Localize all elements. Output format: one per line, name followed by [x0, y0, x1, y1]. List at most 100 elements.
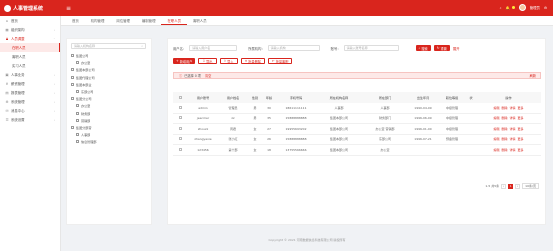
tree-node[interactable]: 信息管理部 — [71, 138, 147, 145]
detail-link[interactable]: 详情 — [510, 127, 516, 131]
tree-node[interactable]: 集团本部业 — [71, 81, 147, 88]
tree-node[interactable]: 集团公司 — [71, 52, 147, 59]
tree-node[interactable]: 财务部 — [71, 110, 147, 117]
sidebar-item-settings[interactable]: ☰ 系统设置 › — [0, 115, 60, 124]
delete-link[interactable]: 删除 — [501, 148, 507, 152]
table-cell: 15888888888 — [285, 116, 307, 121]
tree-node[interactable]: 办公室 — [71, 102, 147, 109]
sidebar-item-org[interactable]: ▦ 组织架构 › — [0, 25, 60, 34]
table-cell: 中级管理 — [445, 116, 458, 121]
add-user-button[interactable]: + 新增用户 — [173, 58, 196, 64]
table-row[interactable]: admin 管理员 男 30 18611111111 人事部 人事部 1990-04-09 中级… — [173, 103, 541, 114]
detail-link[interactable]: 详情 — [510, 137, 516, 141]
sidebar-item-salary[interactable]: ¥ 薪资管理 › — [0, 79, 60, 88]
import-button[interactable]: ⇧ 导入 — [219, 58, 238, 64]
org-input[interactable]: 请输入机构 — [267, 45, 320, 51]
bell-icon[interactable]: 🔔 — [506, 6, 510, 10]
folder-icon — [76, 90, 79, 94]
edit-link[interactable]: 编辑 — [493, 127, 499, 131]
tree-node[interactable]: 营销部 — [71, 117, 147, 124]
page-button[interactable]: 1 — [508, 183, 514, 189]
tree-node[interactable]: 集团代理公司 — [71, 74, 147, 81]
table-cell: 财务部门 — [378, 116, 391, 121]
table-row[interactable]: zhouzz 周君 女 27 19955693202 集团本部公司 办公室 营销部 1996-… — [173, 124, 541, 135]
sidebar-sub-onjob[interactable]: 在职人员 — [0, 43, 60, 52]
edit-link[interactable]: 编辑 — [493, 116, 499, 120]
detail-link[interactable]: 详情 — [510, 116, 516, 120]
name-input[interactable]: 请输入用户名 — [189, 45, 238, 51]
table-cell: 中级管理 — [445, 126, 458, 131]
folder-icon — [76, 61, 79, 65]
gear-icon[interactable]: ⚙ — [544, 6, 547, 10]
page-size-select[interactable]: 10条/页 — [522, 183, 539, 189]
avatar[interactable] — [518, 4, 526, 11]
more-link[interactable]: 更多 — [518, 116, 524, 120]
table-row[interactable]: 123456 第十部 女 18 13755566666 集团本部公司 办公室 编辑 删除 详情 更多 — [173, 145, 541, 156]
prev-page-button[interactable]: ‹ — [501, 183, 507, 189]
expand-link[interactable]: 展开 — [453, 46, 460, 51]
tree-node[interactable]: 东部公司 — [71, 88, 147, 95]
user-name[interactable]: 管理员 — [530, 5, 540, 10]
edit-link[interactable]: 编辑 — [493, 148, 499, 152]
tree-node[interactable]: 人事部 — [71, 131, 147, 138]
table-row[interactable]: jeecmer zz 男 35 15888888888 集团本部公司 财务部门 1996-06… — [173, 114, 541, 124]
table-cell: 30 — [267, 105, 271, 110]
row-checkbox[interactable] — [173, 116, 188, 120]
clear-link[interactable]: 清空 — [205, 73, 211, 78]
more-link[interactable]: 更多 — [518, 148, 524, 152]
tab-org[interactable]: 机构管理 — [85, 16, 111, 25]
row-checkbox[interactable] — [173, 126, 188, 131]
sidebar-item-report[interactable]: ▤ 报表管理 › — [0, 88, 60, 97]
folder-icon — [71, 54, 74, 58]
delete-link[interactable]: 删除 — [501, 116, 507, 120]
delete-link[interactable]: 删除 — [501, 137, 507, 141]
tree-node[interactable]: 集团分部营 — [71, 124, 147, 131]
sidebar-item-people[interactable]: ♟ 人员调整 ˇ — [0, 34, 60, 43]
search-button[interactable]: ⌕ 搜索 — [415, 45, 431, 51]
table-cell: jeecmer — [196, 116, 210, 121]
menu-toggle-icon[interactable]: ≡ — [66, 5, 71, 12]
row-checkbox[interactable] — [173, 137, 188, 141]
tree-node[interactable]: 办公室 — [71, 59, 147, 66]
folder-icon — [76, 140, 79, 144]
sidebar-item-home[interactable]: ⌂ 首页 — [0, 16, 60, 25]
tab-staffing[interactable]: 编制管理 — [136, 16, 162, 25]
row-checkbox[interactable] — [173, 147, 188, 152]
sidebar-item-business[interactable]: ▣ 人事业务 › — [0, 70, 60, 79]
refresh-link[interactable]: 刷新 — [530, 73, 536, 78]
report-icon: ▤ — [5, 90, 9, 95]
next-page-button[interactable]: › — [515, 183, 521, 189]
account-input[interactable]: 请输入账号名称 — [343, 45, 399, 51]
batch-leave-button[interactable]: ⇤ 批量离职 — [268, 58, 293, 64]
more-link[interactable]: 更多 — [518, 106, 524, 110]
col-dept: 所在部门 — [378, 96, 392, 100]
search-icon[interactable]: ⌕ — [500, 6, 502, 10]
tab-left[interactable]: 离职人员 — [187, 16, 213, 25]
sidebar-item-system[interactable]: ⚙ 系统管理 › — [0, 97, 60, 106]
detail-link[interactable]: 详情 — [510, 106, 516, 110]
tree-node[interactable]: 集团分公司 — [71, 95, 147, 102]
more-link[interactable]: 更多 — [518, 127, 524, 131]
batch-delete-button[interactable]: ✕ 批量删除 — [240, 58, 265, 64]
delete-link[interactable]: 删除 — [501, 127, 507, 131]
sidebar-sub-left[interactable]: 离职人员 — [0, 52, 60, 61]
row-checkbox[interactable] — [173, 105, 188, 110]
edit-link[interactable]: 编辑 — [493, 137, 499, 141]
delete-link[interactable]: 删除 — [501, 106, 507, 110]
detail-link[interactable]: 详情 — [510, 148, 516, 152]
action-bar: + 新增用户 ⇩ 导出 ⇧ 导入 ✕ 批量删除 ⇤ 批量离职 — [173, 58, 293, 64]
tab-home[interactable]: 首页 — [66, 16, 85, 25]
brand[interactable]: 人事管理系统 — [0, 0, 61, 16]
tab-onjob[interactable]: 在职人员 — [161, 16, 188, 25]
sidebar-sub-intern[interactable]: 实习人员 — [0, 61, 60, 70]
tab-post[interactable]: 岗位管理 — [110, 16, 136, 25]
edit-link[interactable]: 编辑 — [493, 106, 499, 110]
table-cell: 13755566666 — [285, 147, 307, 152]
reset-button[interactable]: ↻ 重置 — [433, 45, 450, 51]
table-row[interactable]: zhangyaoie 张小红 女 26 15888888888 集团本部公司 东部公司 199… — [173, 135, 541, 145]
export-button[interactable]: ⇩ 导出 — [198, 58, 217, 64]
more-link[interactable]: 更多 — [518, 137, 524, 141]
select-all-checkbox[interactable] — [173, 95, 188, 100]
tree-node[interactable]: 集团本部公司 — [71, 66, 147, 73]
sidebar-item-message[interactable]: ✉ 消息中心 › — [0, 106, 60, 115]
